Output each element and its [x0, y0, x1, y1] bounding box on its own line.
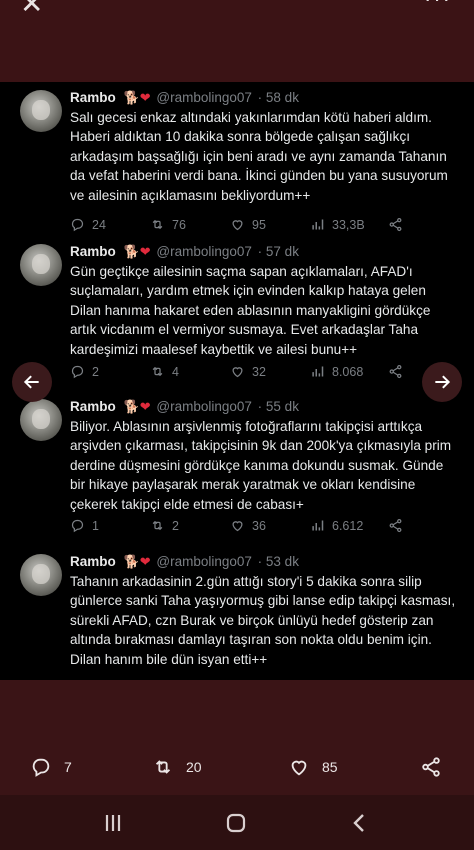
user-handle: @rambolingo07	[156, 244, 252, 259]
share-button[interactable]	[388, 364, 410, 379]
user-name: Rambo	[70, 399, 116, 414]
avatar	[20, 90, 62, 132]
user-handle: @rambolingo07	[156, 90, 252, 105]
viewer-share-button[interactable]	[420, 756, 454, 778]
reply-count: 24	[92, 217, 106, 232]
retweet-count: 4	[172, 364, 179, 379]
like-button[interactable]: 32	[230, 364, 266, 379]
back-icon[interactable]	[348, 811, 372, 835]
dog-heart-emoji: 🐕❤	[123, 90, 151, 105]
previous-image-button[interactable]	[12, 362, 52, 402]
media-viewer-topbar: ✕ ···	[0, 0, 474, 82]
tweet-header: Rambo 🐕❤ @rambolingo07 · 58 dk	[70, 90, 299, 108]
retweet-count: 76	[172, 217, 186, 232]
viewer-reply-count: 7	[64, 759, 72, 775]
user-handle: @rambolingo07	[156, 399, 252, 414]
reply-count: 2	[92, 364, 99, 379]
dog-heart-emoji: 🐕❤	[123, 554, 151, 569]
retweet-button[interactable]: 2	[150, 518, 179, 533]
next-image-button[interactable]	[422, 362, 462, 402]
dog-heart-emoji: 🐕❤	[123, 244, 151, 259]
share-icon	[422, 757, 440, 777]
views-icon	[312, 520, 324, 531]
tweet-text: Biliyor. Ablasının arşivlenmiş fotoğrafl…	[70, 419, 452, 512]
share-icon	[389, 217, 402, 232]
share-icon	[389, 364, 402, 379]
retweet-icon	[152, 366, 163, 377]
views-icon	[312, 366, 324, 377]
retweet-icon	[152, 219, 163, 230]
recents-icon[interactable]	[101, 811, 125, 835]
like-count: 36	[252, 518, 266, 533]
reply-button[interactable]: 24	[70, 217, 106, 232]
tweet-header: Rambo 🐕❤ @rambolingo07 · 55 dk	[70, 399, 299, 417]
tweet-actions: 2 4 32 8.068	[70, 364, 450, 382]
reply-count: 1	[92, 518, 99, 533]
views-button[interactable]: 8.068	[310, 364, 363, 379]
share-icon	[389, 518, 402, 533]
tweet-header: Rambo 🐕❤ @rambolingo07 · 57 dk	[70, 244, 299, 262]
retweet-button[interactable]: 76	[150, 217, 186, 232]
like-icon	[232, 367, 243, 378]
like-icon	[232, 521, 243, 532]
tweet-actions: 24 76 95 33,3B	[70, 217, 450, 235]
dog-heart-emoji: 🐕❤	[123, 399, 151, 414]
tweet-header: Rambo 🐕❤ @rambolingo07 · 53 dk	[70, 554, 299, 572]
like-count: 32	[252, 364, 266, 379]
views-button[interactable]: 6.612	[310, 518, 363, 533]
tweet-thread-image: Rambo 🐕❤ @rambolingo07 · 58 dk Salı gece…	[0, 82, 474, 680]
retweet-icon	[152, 520, 163, 531]
viewer-reply-button[interactable]: 7	[30, 756, 72, 778]
tweet-time: · 53 dk	[257, 554, 299, 569]
like-button[interactable]: 36	[230, 518, 266, 533]
arrow-right-icon	[435, 375, 451, 389]
avatar	[20, 399, 62, 441]
viewer-action-bar: 7 20 85	[0, 748, 474, 788]
user-name: Rambo	[70, 244, 116, 259]
viewer-retweet-count: 20	[186, 759, 202, 775]
more-options-icon[interactable]: ···	[424, 0, 452, 12]
tweet-text: Gün geçtikçe ailesinin saçma sapan açıkl…	[70, 264, 431, 357]
viewer-retweet-button[interactable]: 20	[152, 756, 202, 778]
home-icon[interactable]	[224, 811, 248, 835]
reply-icon	[71, 519, 84, 533]
user-name: Rambo	[70, 554, 116, 569]
tweet-text: Tahanın arkadasinin 2.gün attığı story'i…	[70, 574, 456, 667]
like-count: 95	[252, 217, 266, 232]
reply-icon	[71, 218, 84, 232]
views-count: 8.068	[332, 364, 364, 379]
user-name: Rambo	[70, 90, 116, 105]
reply-icon	[71, 365, 84, 379]
like-icon	[232, 220, 243, 231]
viewer-like-count: 85	[322, 759, 338, 775]
retweet-count: 2	[172, 518, 179, 533]
tweet-time: · 55 dk	[257, 399, 299, 414]
avatar	[20, 244, 62, 286]
retweet-icon	[155, 760, 171, 774]
views-count: 33,3B	[332, 217, 365, 232]
share-button[interactable]	[388, 518, 410, 533]
close-icon[interactable]: ✕	[20, 0, 43, 18]
views-icon	[312, 219, 324, 230]
share-button[interactable]	[388, 217, 410, 232]
views-button[interactable]: 33,3B	[310, 217, 365, 232]
tweet-time: · 57 dk	[257, 244, 299, 259]
retweet-button[interactable]: 4	[150, 364, 179, 379]
arrow-left-icon	[23, 375, 39, 389]
views-count: 6.612	[332, 518, 364, 533]
system-navigation-bar	[0, 795, 474, 850]
tweet-time: · 58 dk	[257, 90, 299, 105]
user-handle: @rambolingo07	[156, 554, 252, 569]
like-icon	[291, 760, 307, 776]
reply-icon	[32, 758, 50, 777]
avatar	[20, 554, 62, 596]
tweet-text: Salı gecesi enkaz altındaki yakınlarımda…	[70, 110, 448, 203]
tweet-actions: 1 2 36 6.612	[70, 518, 450, 536]
reply-button[interactable]: 2	[70, 364, 99, 379]
like-button[interactable]: 95	[230, 217, 266, 232]
reply-button[interactable]: 1	[70, 518, 99, 533]
viewer-like-button[interactable]: 85	[288, 756, 338, 778]
